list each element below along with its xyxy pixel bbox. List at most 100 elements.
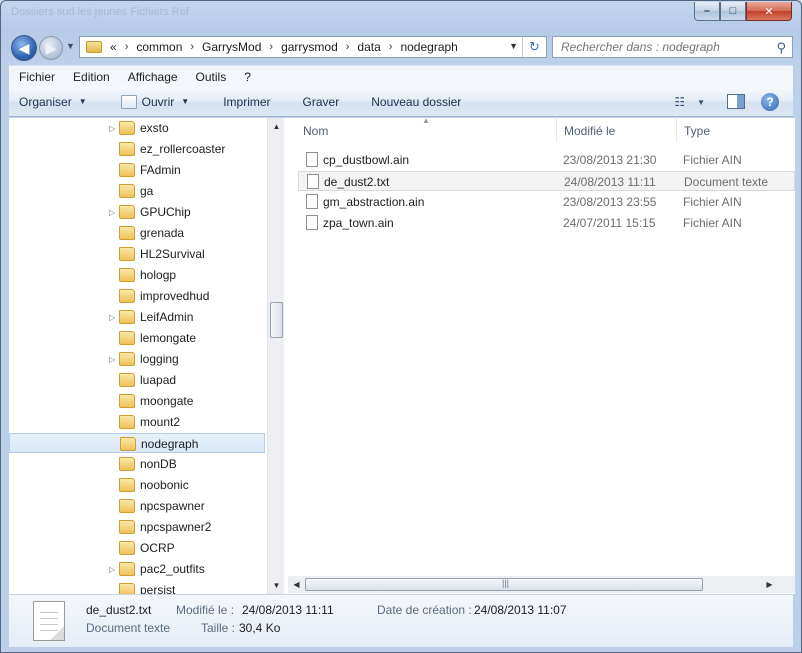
- folder-icon: [119, 562, 135, 576]
- tree-item-npcspawner2[interactable]: npcspawner2: [9, 517, 265, 537]
- open-label: Ouvrir: [141, 94, 175, 109]
- tree-item-lemongate[interactable]: lemongate: [9, 328, 265, 348]
- file-row[interactable]: gm_abstraction.ain 23/08/2013 23:55 Fichie…: [298, 192, 795, 212]
- details-pane: de_dust2.txt Document texte Modifié le :…: [9, 594, 793, 647]
- file-row[interactable]: de_dust2.txt 24/08/2013 11:11 Document tex…: [298, 171, 795, 191]
- breadcrumb-overflow[interactable]: «: [110, 40, 117, 54]
- preview-pane-button[interactable]: [727, 94, 745, 109]
- scroll-left-icon[interactable]: ◀: [288, 576, 305, 593]
- file-list-pane[interactable]: ▲ Nom Modifié le Type cp_dustbowl.ain 23/…: [288, 116, 795, 594]
- tree-item-persist[interactable]: persist: [9, 580, 265, 594]
- breadcrumb-item-garrysmod[interactable]: GarrysMod: [202, 40, 261, 54]
- breadcrumb-separator-icon[interactable]: ›: [389, 41, 393, 53]
- breadcrumb-separator-icon[interactable]: ›: [346, 41, 350, 53]
- tree-item-nondb[interactable]: nonDB: [9, 454, 265, 474]
- tree-item-ocrp[interactable]: OCRP: [9, 538, 265, 558]
- menu-affichage[interactable]: Affichage: [118, 70, 186, 84]
- new-folder-button[interactable]: Nouveau dossier: [361, 95, 471, 109]
- breadcrumb-item-data[interactable]: data: [357, 40, 380, 54]
- search-icon[interactable]: ⚲: [776, 40, 786, 56]
- title-bar[interactable]: Dossiers sud les jeunes Fichiers Ref – □…: [1, 1, 801, 33]
- search-input[interactable]: [559, 37, 769, 57]
- tree-item-label: npcspawner: [140, 499, 205, 513]
- close-button[interactable]: ✕: [746, 2, 792, 21]
- navigation-scrollbar[interactable]: ▲ ▼: [267, 118, 284, 594]
- tree-item-label: moongate: [140, 394, 194, 408]
- tree-item-moongate[interactable]: moongate: [9, 391, 265, 411]
- expand-arrow-icon[interactable]: ▷: [109, 565, 115, 574]
- file-type: Fichier AIN: [683, 216, 742, 230]
- address-dropdown-icon[interactable]: ▼: [509, 41, 518, 51]
- burn-button[interactable]: Graver: [293, 95, 350, 109]
- menu-help[interactable]: ?: [234, 70, 259, 84]
- tree-item-ga[interactable]: ga: [9, 181, 265, 201]
- scroll-up-icon[interactable]: ▲: [268, 118, 285, 135]
- scrollbar-thumb[interactable]: |||: [305, 578, 703, 591]
- expand-arrow-icon[interactable]: ▷: [109, 208, 115, 217]
- tree-item-label: nodegraph: [141, 437, 199, 451]
- organize-button[interactable]: Organiser ▼: [9, 95, 97, 109]
- tree-item-pac2-outfits[interactable]: ▷ pac2_outfits: [9, 559, 265, 579]
- tree-item-noobonic[interactable]: noobonic: [9, 475, 265, 495]
- column-name[interactable]: Nom: [303, 124, 328, 138]
- tree-item-luapad[interactable]: luapad: [9, 370, 265, 390]
- open-button[interactable]: Ouvrir ▼: [111, 94, 200, 109]
- help-button[interactable]: ?: [761, 93, 779, 111]
- menu-fichier[interactable]: Fichier: [9, 70, 63, 84]
- column-modified[interactable]: Modifié le: [564, 124, 615, 138]
- tree-item-mount2[interactable]: mount2: [9, 412, 265, 432]
- breadcrumb-item-common[interactable]: common: [136, 40, 182, 54]
- tree-item-nodegraph[interactable]: nodegraph: [9, 433, 265, 453]
- menu-outils[interactable]: Outils: [186, 70, 235, 84]
- maximize-button[interactable]: □: [720, 2, 746, 21]
- tree-item-label: ga: [140, 184, 154, 198]
- details-modified-label: Modifié le :: [176, 603, 235, 617]
- tree-item-leifadmin[interactable]: ▷ LeifAdmin: [9, 307, 265, 327]
- tree-item-label: HL2Survival: [140, 247, 205, 261]
- scroll-right-icon[interactable]: ▶: [761, 576, 778, 593]
- file-type: Fichier AIN: [683, 153, 742, 167]
- column-type[interactable]: Type: [684, 124, 710, 138]
- tree-item-gpuchip[interactable]: ▷ GPUChip: [9, 202, 265, 222]
- folder-icon: [119, 499, 135, 513]
- details-file-name: de_dust2.txt: [86, 603, 152, 617]
- file-row[interactable]: zpa_town.ain 24/07/2011 15:15 Fichier AIN: [298, 213, 795, 233]
- tree-item-ez-rollercoaster[interactable]: ez_rollercoaster: [9, 139, 265, 159]
- tree-item-logging[interactable]: ▷ logging: [9, 349, 265, 369]
- column-header: ▲ Nom Modifié le Type: [288, 116, 795, 144]
- print-button[interactable]: Imprimer: [213, 95, 280, 109]
- details-modified-value: 24/08/2013 11:11: [242, 603, 334, 617]
- address-bar[interactable]: « › common › GarrysMod › garrysmod › dat…: [79, 36, 547, 58]
- tree-item-exsto[interactable]: ▷ exsto: [9, 118, 265, 138]
- refresh-button[interactable]: ↻: [522, 37, 546, 57]
- scrollbar-thumb[interactable]: [270, 302, 283, 338]
- column-divider[interactable]: [556, 118, 557, 142]
- scroll-down-icon[interactable]: ▼: [268, 577, 285, 594]
- forward-button[interactable]: ▶: [39, 36, 63, 60]
- expand-arrow-icon[interactable]: ▷: [109, 124, 115, 133]
- column-divider[interactable]: [676, 118, 677, 142]
- tree-item-grenada[interactable]: grenada: [9, 223, 265, 243]
- tree-item-npcspawner[interactable]: npcspawner: [9, 496, 265, 516]
- tree-item-label: persist: [140, 583, 176, 594]
- navigation-pane[interactable]: ▷ exsto ez_rollercoaster FAdmin ga ▷ GPUChip gr…: [9, 118, 274, 594]
- breadcrumb-separator-icon[interactable]: ›: [190, 41, 194, 53]
- change-view-button[interactable]: ☷ ▼: [674, 95, 705, 109]
- recent-pages-dropdown-icon[interactable]: ▼: [66, 41, 75, 51]
- tree-item-hl2survival[interactable]: HL2Survival: [9, 244, 265, 264]
- breadcrumb-item-nodegraph[interactable]: nodegraph: [400, 40, 457, 54]
- minimize-button[interactable]: –: [694, 2, 720, 21]
- breadcrumb-separator-icon[interactable]: ›: [269, 41, 273, 53]
- expand-arrow-icon[interactable]: ▷: [109, 355, 115, 364]
- back-button[interactable]: ◀: [11, 35, 37, 61]
- file-name: de_dust2.txt: [324, 175, 390, 189]
- expand-arrow-icon[interactable]: ▷: [109, 313, 115, 322]
- folder-icon: [119, 121, 135, 135]
- file-row[interactable]: cp_dustbowl.ain 23/08/2013 21:30 Fichier A…: [298, 150, 795, 170]
- breadcrumb-item-garrysmod-lower[interactable]: garrysmod: [281, 40, 338, 54]
- tree-item-improvedhud[interactable]: improvedhud: [9, 286, 265, 306]
- menu-edition[interactable]: Edition: [63, 70, 118, 84]
- tree-item-fadmin[interactable]: FAdmin: [9, 160, 265, 180]
- tree-item-hologp[interactable]: hologp: [9, 265, 265, 285]
- horizontal-scrollbar[interactable]: ◀ ||| ▶: [288, 576, 778, 593]
